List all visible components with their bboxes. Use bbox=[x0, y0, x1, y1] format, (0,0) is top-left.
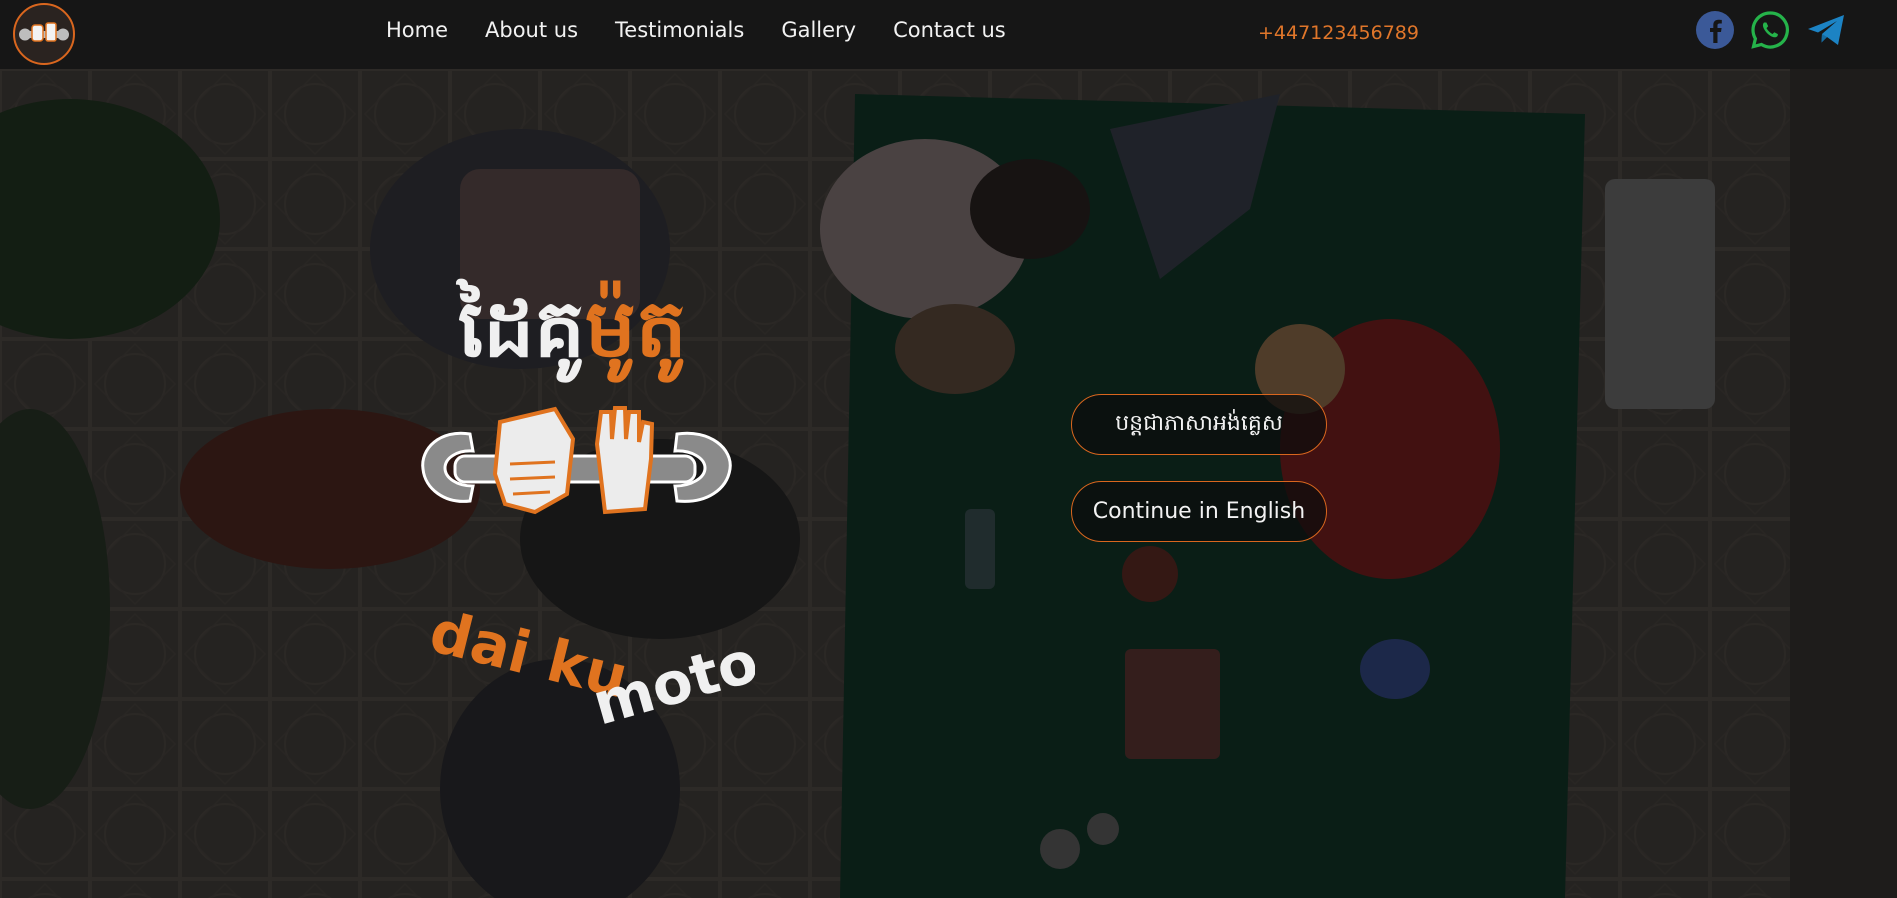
facebook-icon bbox=[1696, 11, 1734, 49]
main-nav: Home About us Testimonials Gallery Conta… bbox=[386, 16, 1006, 44]
nav-about-us[interactable]: About us bbox=[485, 16, 578, 44]
wrench-hands-illustration-icon bbox=[421, 406, 732, 515]
facebook-link[interactable] bbox=[1695, 10, 1735, 50]
logo-khmer-orange: ម៉ូតូ bbox=[584, 282, 687, 375]
nav-contact-us[interactable]: Contact us bbox=[893, 16, 1006, 44]
logo-khmer-wordmark: ដៃគូម៉ូតូ bbox=[458, 279, 687, 379]
continue-in-english-button[interactable]: Continue in English bbox=[1071, 481, 1327, 542]
whatsapp-icon bbox=[1751, 11, 1789, 49]
background-dim-overlay bbox=[0, 69, 1897, 898]
whatsapp-link[interactable] bbox=[1750, 10, 1790, 50]
site-logo[interactable] bbox=[13, 3, 75, 65]
wrench-hands-logo-icon bbox=[19, 22, 69, 42]
telegram-icon bbox=[1808, 15, 1844, 45]
logo-latin-wordmark: dai ku moto bbox=[425, 609, 755, 729]
phone-number-link[interactable]: +447123456789 bbox=[1258, 20, 1419, 46]
continue-in-khmer-button[interactable]: បន្តជាភាសាអង់គ្លេស bbox=[1071, 394, 1327, 455]
nav-gallery[interactable]: Gallery bbox=[781, 16, 856, 44]
telegram-link[interactable] bbox=[1806, 10, 1846, 50]
top-navigation-bar: Home About us Testimonials Gallery Conta… bbox=[0, 0, 1897, 69]
nav-testimonials[interactable]: Testimonials bbox=[615, 16, 744, 44]
nav-home[interactable]: Home bbox=[386, 16, 448, 44]
logo-khmer-white: ដៃគូ bbox=[458, 282, 585, 375]
hero-section: ដៃគូម៉ូតូ dai ku moto បន្តជាភាសាអង់គ្លេស… bbox=[0, 69, 1897, 898]
